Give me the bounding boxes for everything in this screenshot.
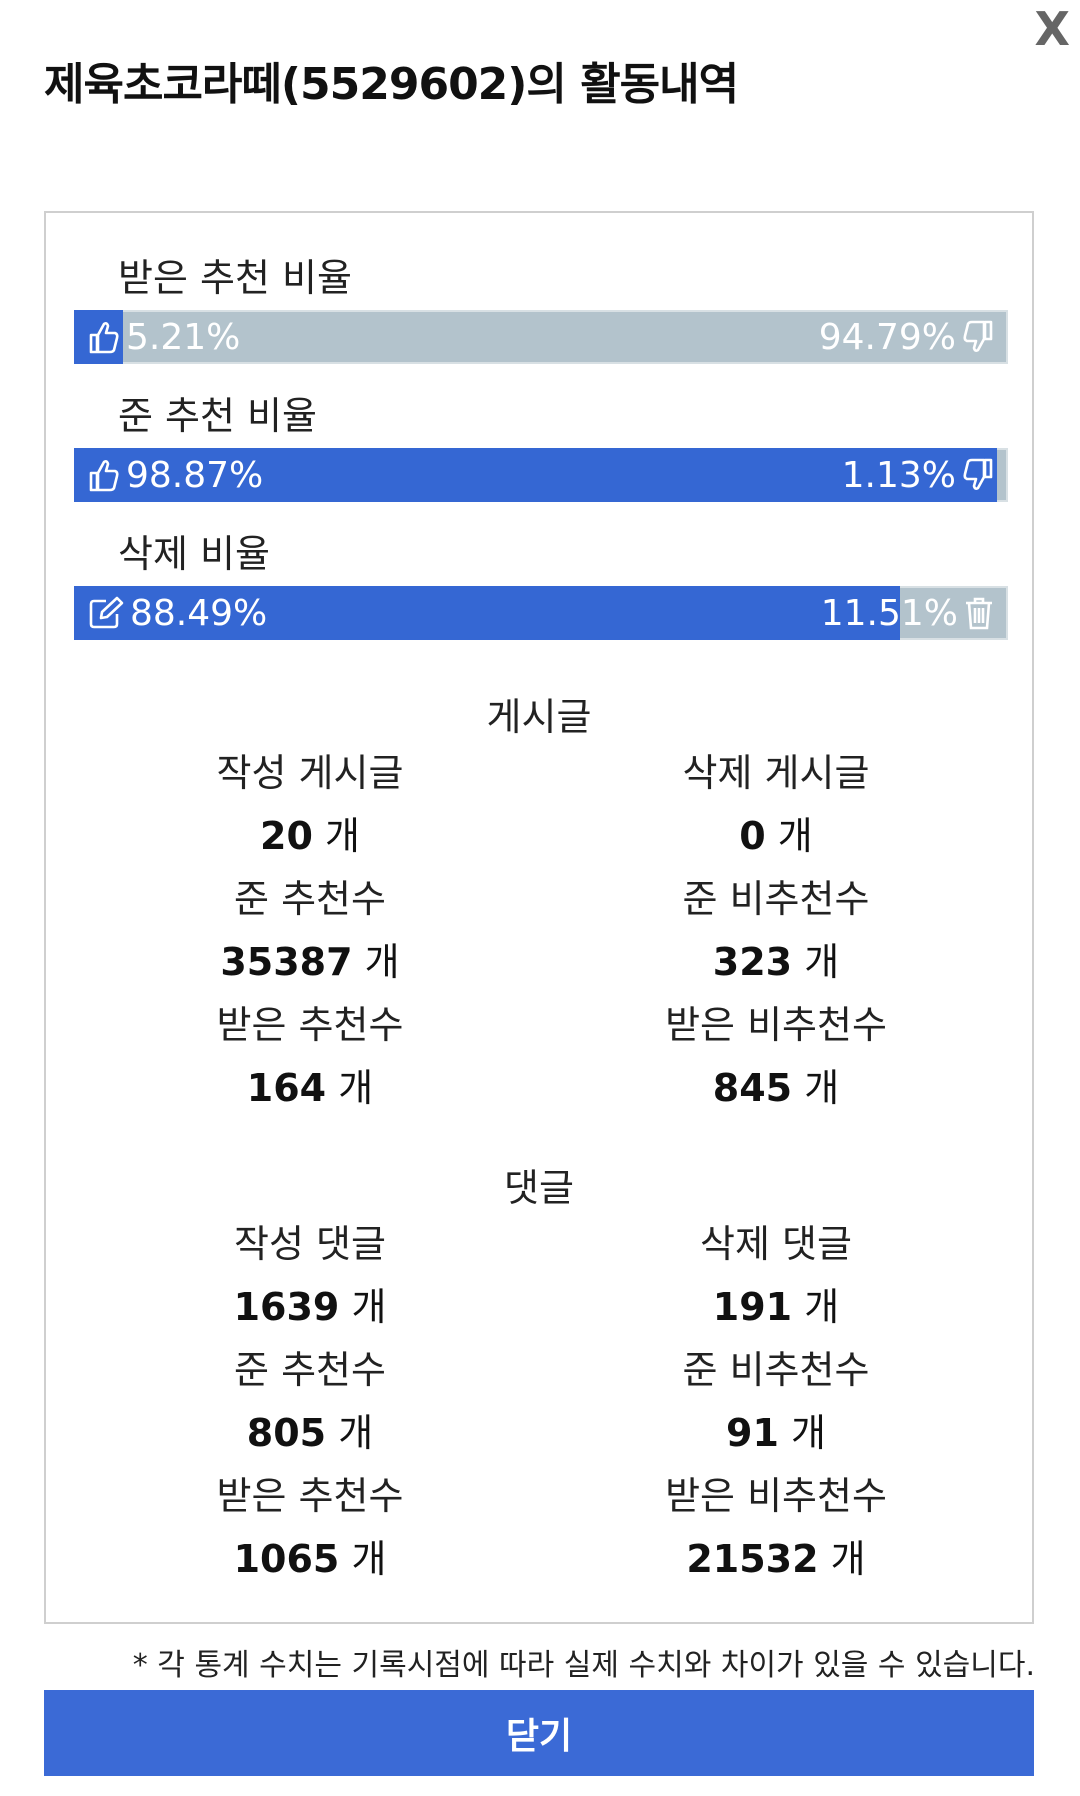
stat-received-recommend: 받은 추천수 164 개 xyxy=(160,994,460,1120)
ratio-left-value: 5.21% xyxy=(126,316,241,358)
stat-label: 준 비추천수 xyxy=(682,1348,870,1392)
stat-deleted-comments: 삭제 댓글 191 개 xyxy=(626,1213,926,1339)
ratio-label-received-recommend: 받은 추천 비율 xyxy=(118,256,352,300)
stat-value: 91 xyxy=(726,1411,779,1455)
trash-icon xyxy=(964,596,994,630)
stat-value: 845 xyxy=(712,1066,793,1110)
stat-unit: 개 xyxy=(351,1537,387,1581)
disclaimer-note: * 각 통계 수치는 기록시점에 따라 실제 수치와 차이가 있을 수 있습니다… xyxy=(132,1648,1035,1683)
stat-unit: 개 xyxy=(338,1411,374,1455)
stat-given-unrecommend: 준 비추천수 91 개 xyxy=(626,1339,926,1465)
thumbs-up-icon xyxy=(88,457,120,493)
stat-given-recommend: 준 추천수 35387 개 xyxy=(160,868,460,994)
stat-label: 받은 비추천수 xyxy=(665,1003,887,1047)
stats-panel: 받은 추천 비율 5.21% 94.79% 준 추천 비율 98.87% 1.1… xyxy=(44,211,1034,1624)
stat-value: 0 xyxy=(739,814,766,858)
stat-value: 20 xyxy=(260,814,313,858)
thumbs-down-icon xyxy=(962,457,994,493)
ratio-left-value: 88.49% xyxy=(130,592,268,634)
ratio-left-value: 98.87% xyxy=(126,454,264,496)
stat-written-comments: 작성 댓글 1639 개 xyxy=(160,1213,460,1339)
stat-unit: 개 xyxy=(351,1285,387,1329)
ratio-bar-received-recommend: 5.21% 94.79% xyxy=(74,310,1008,364)
stat-value: 1065 xyxy=(233,1537,340,1581)
stat-received-unrecommend: 받은 비추천수 21532 개 xyxy=(626,1465,926,1591)
stat-unit: 개 xyxy=(804,1066,840,1110)
stat-deleted-posts: 삭제 게시글 0 개 xyxy=(626,742,926,868)
modal-title: 제육초코라떼(5529602)의 활동내역 xyxy=(44,59,739,110)
comments-section-title: 댓글 xyxy=(504,1166,574,1210)
thumbs-down-icon xyxy=(962,319,994,355)
stat-value: 35387 xyxy=(220,940,353,984)
stat-label: 준 추천수 xyxy=(234,1348,386,1392)
ratio-label-given-recommend: 준 추천 비율 xyxy=(118,394,317,438)
activity-modal: X 제육초코라떼(5529602)의 활동내역 받은 추천 비율 5.21% 9… xyxy=(0,0,1080,1796)
close-icon[interactable]: X xyxy=(1035,6,1070,52)
close-button[interactable]: 닫기 xyxy=(44,1690,1034,1776)
stat-unit: 개 xyxy=(777,814,813,858)
stat-given-unrecommend: 준 비추천수 323 개 xyxy=(626,868,926,994)
stat-written-posts: 작성 게시글 20 개 xyxy=(160,742,460,868)
ratio-right-value: 1.13% xyxy=(841,454,956,496)
stat-unit: 개 xyxy=(325,814,360,858)
stat-unit: 개 xyxy=(338,1066,374,1110)
stat-label: 받은 추천수 xyxy=(216,1003,404,1047)
stat-value: 805 xyxy=(246,1411,327,1455)
stat-label: 작성 게시글 xyxy=(216,751,404,795)
stat-unit: 개 xyxy=(830,1537,866,1581)
stat-received-recommend: 받은 추천수 1065 개 xyxy=(160,1465,460,1591)
stat-label: 준 추천수 xyxy=(234,877,386,921)
ratio-label-delete: 삭제 비율 xyxy=(118,532,270,576)
ratio-right-value: 94.79% xyxy=(818,316,956,358)
stat-value: 21532 xyxy=(686,1537,819,1581)
stat-label: 받은 추천수 xyxy=(216,1474,404,1518)
stat-received-unrecommend: 받은 비추천수 845 개 xyxy=(626,994,926,1120)
stat-value: 191 xyxy=(712,1285,793,1329)
posts-section-title: 게시글 xyxy=(486,695,592,739)
ratio-bar-delete: 88.49% 11.51% xyxy=(74,586,1008,640)
stat-label: 작성 댓글 xyxy=(234,1222,386,1266)
stat-unit: 개 xyxy=(804,940,840,984)
stat-unit: 개 xyxy=(804,1285,840,1329)
ratio-right-value: 11.51% xyxy=(820,592,958,634)
stat-label: 삭제 댓글 xyxy=(700,1222,852,1266)
stat-value: 164 xyxy=(246,1066,327,1110)
stat-unit: 개 xyxy=(791,1411,826,1455)
ratio-bar-given-recommend: 98.87% 1.13% xyxy=(74,448,1008,502)
stat-label: 삭제 게시글 xyxy=(682,751,870,795)
thumbs-up-icon xyxy=(88,319,120,355)
stat-label: 준 비추천수 xyxy=(682,877,870,921)
stat-value: 1639 xyxy=(233,1285,340,1329)
stat-unit: 개 xyxy=(364,940,400,984)
stat-value: 323 xyxy=(712,940,793,984)
edit-icon xyxy=(88,596,124,630)
stat-label: 받은 비추천수 xyxy=(665,1474,887,1518)
stat-given-recommend: 준 추천수 805 개 xyxy=(160,1339,460,1465)
